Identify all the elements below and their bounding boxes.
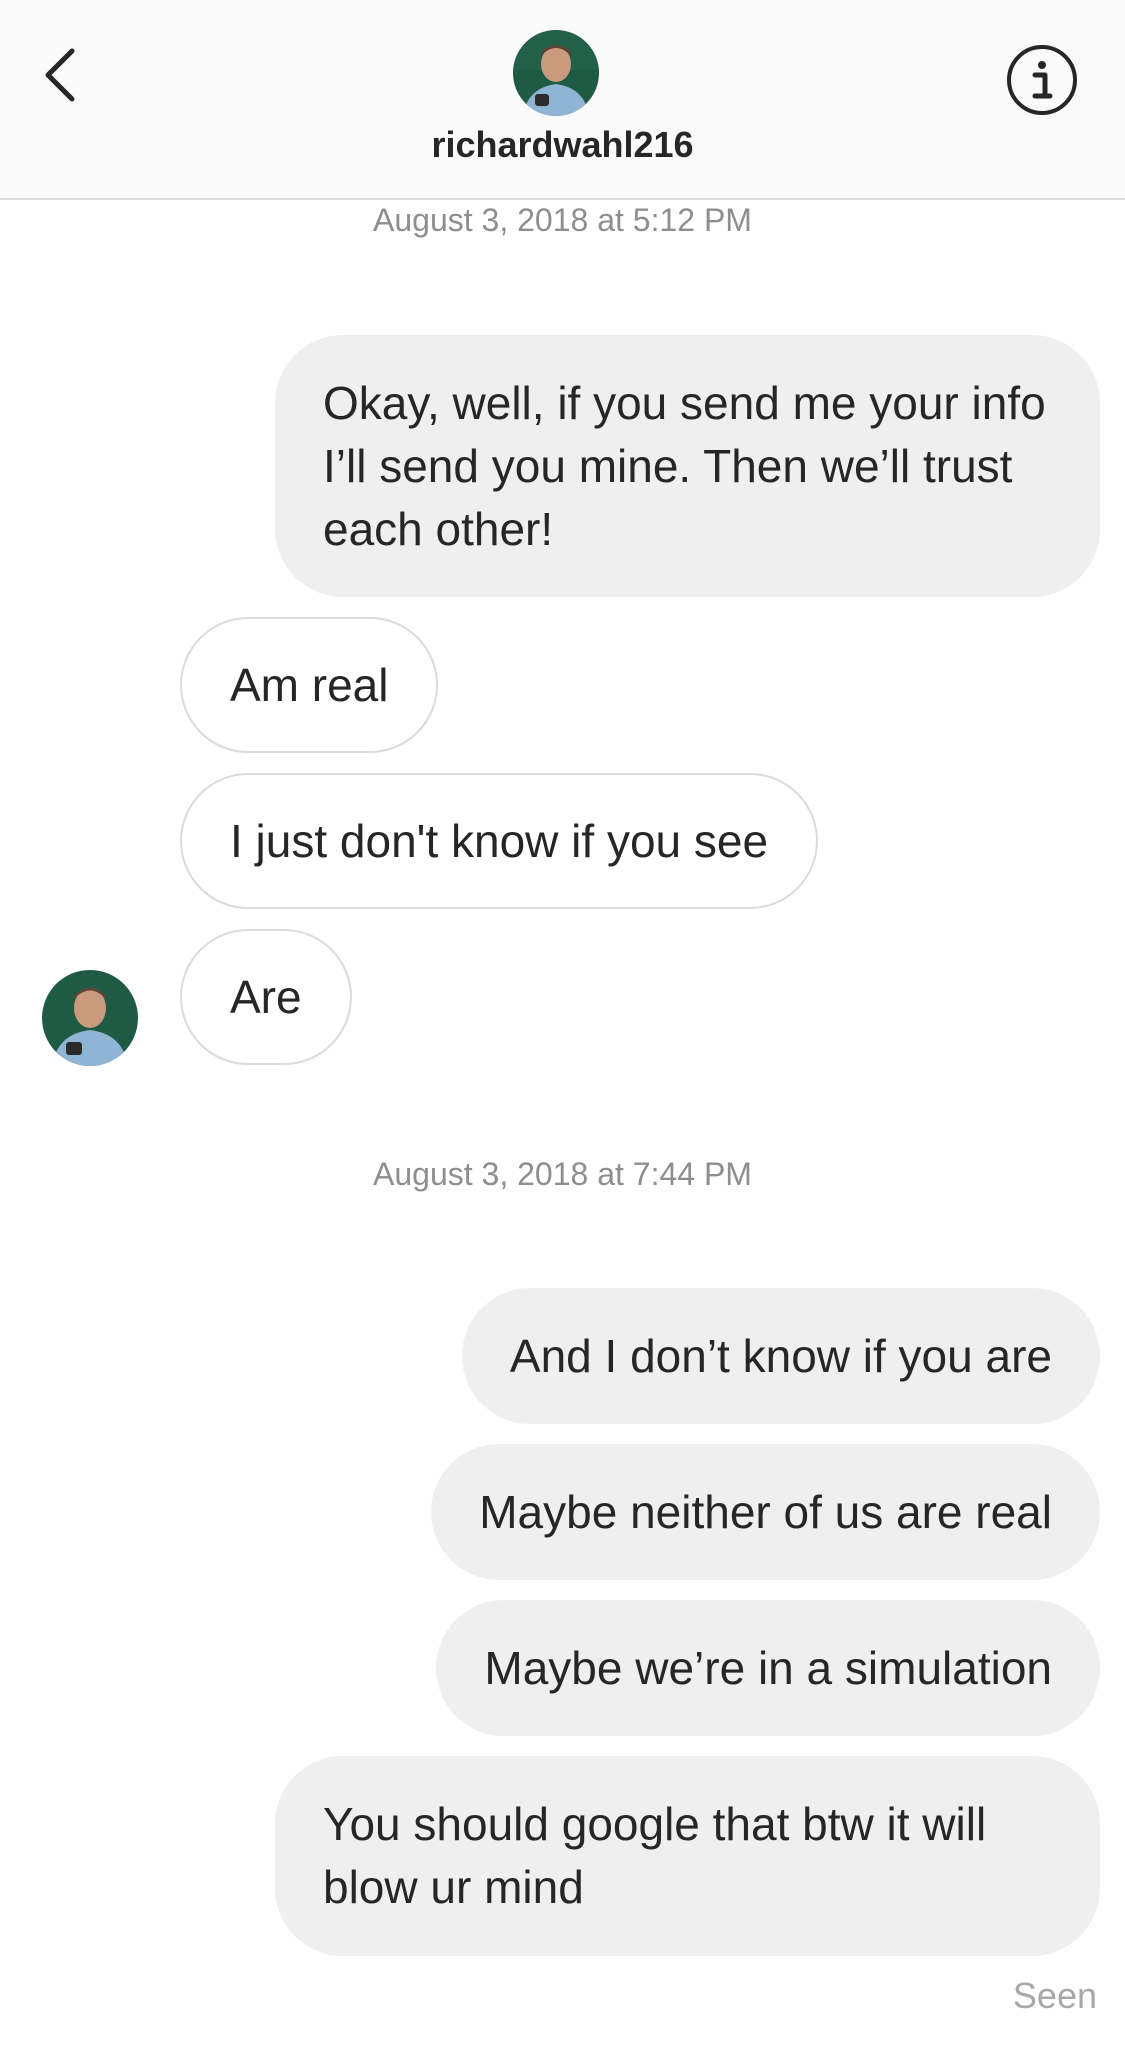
incoming-message[interactable]: Are — [180, 929, 352, 1065]
message-text: And I don’t know if you are — [509, 1329, 1052, 1382]
message-text: I just don't know if you see — [230, 814, 769, 867]
message-timestamp: August 3, 2018 at 7:44 PM — [373, 1156, 752, 1192]
back-button[interactable] — [30, 40, 90, 110]
message-text: You should google that btw it will blow … — [323, 1798, 987, 1913]
outgoing-message[interactable]: Maybe neither of us are real — [431, 1444, 1100, 1580]
profile-photo-icon — [42, 970, 138, 1066]
outgoing-message[interactable]: You should google that btw it will blow … — [275, 1756, 1100, 1956]
seen-status: Seen — [1012, 1975, 1097, 2016]
outgoing-message[interactable]: Okay, well, if you send me your info I’l… — [275, 335, 1100, 597]
outgoing-message[interactable]: Maybe we’re in a simulation — [436, 1600, 1100, 1736]
message-text: Are — [230, 970, 302, 1023]
incoming-message[interactable]: Am real — [180, 617, 439, 753]
incoming-message[interactable]: I just don't know if you see — [180, 773, 819, 909]
info-circle-icon — [1007, 45, 1077, 115]
message-timestamp: August 3, 2018 at 5:12 PM — [373, 202, 752, 238]
info-button[interactable] — [1000, 38, 1084, 122]
outgoing-message[interactable]: And I don’t know if you are — [461, 1288, 1100, 1424]
header-avatar[interactable] — [513, 30, 599, 116]
message-text: Maybe we’re in a simulation — [484, 1641, 1052, 1694]
sender-avatar[interactable] — [42, 970, 138, 1066]
chat-header: richardwahl216 — [0, 0, 1125, 200]
chevron-left-icon — [45, 48, 75, 102]
profile-photo-icon — [513, 30, 599, 116]
message-text: Okay, well, if you send me your info I’l… — [323, 376, 1046, 555]
message-text: Am real — [230, 658, 389, 711]
header-username[interactable]: richardwahl216 — [0, 124, 1125, 166]
message-text: Maybe neither of us are real — [479, 1485, 1052, 1538]
